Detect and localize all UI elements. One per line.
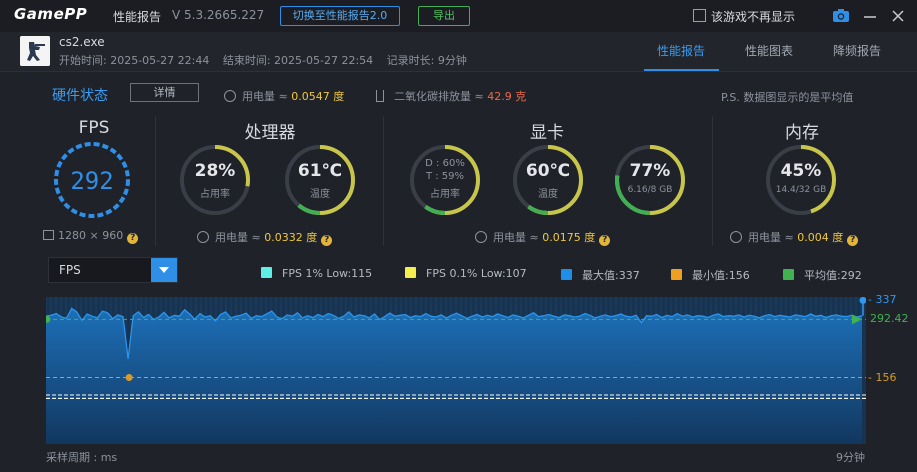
gpu-usage-label: 占用率 <box>430 189 460 200</box>
time-row: 开始时间: 2025-05-27 22:44 结束时间: 2025-05-27 … <box>59 52 477 68</box>
memory-usage-label: 14.4/32 GB <box>775 185 827 195</box>
tab-throttle-report[interactable]: 降频报告 <box>833 42 881 59</box>
legend-avg: 平均值:292 <box>783 267 862 283</box>
memory-title: 内存 <box>785 123 819 143</box>
legend-swatch <box>405 267 416 278</box>
cpu-temp-label: 温度 <box>310 189 330 200</box>
cpu-title: 处理器 <box>244 123 296 143</box>
legend-swatch <box>561 269 572 280</box>
game-icon <box>20 36 50 66</box>
title-bar: GamePP 性能报告 V 5.3.2665.227 切换至性能报告2.0 导出… <box>0 0 917 32</box>
co2-icon <box>376 90 384 102</box>
memory-usage-gauge: 45% 14.4/32 GB <box>763 142 839 218</box>
legend-max: 最大值:337 <box>561 267 640 283</box>
gpu-temp-label: 温度 <box>538 189 558 200</box>
start-time: 开始时间: 2025-05-27 22:44 <box>59 54 210 67</box>
help-icon[interactable]: ? <box>127 233 139 244</box>
app-logo: GamePP <box>14 5 88 23</box>
app-version: V 5.3.2665.227 <box>172 8 265 22</box>
close-icon[interactable] <box>890 8 906 24</box>
cpu-usage-value: 28% <box>194 161 236 181</box>
dont-show-label: 该游戏不再显示 <box>711 10 796 24</box>
power-icon <box>475 231 487 243</box>
fps-ring-icon: 292 <box>54 142 130 218</box>
gpu-temp-value: 60℃ <box>525 161 571 181</box>
gpu-t-usage: T : 59% <box>425 171 465 182</box>
fps-chart <box>46 297 866 444</box>
legend-swatch <box>671 269 682 280</box>
end-time: 结束时间: 2025-05-27 22:54 <box>222 54 374 67</box>
detail-button[interactable]: 详情 <box>130 83 199 102</box>
power-icon <box>197 231 209 243</box>
gpu-power: 用电量 ≈ 0.0175 度? <box>475 229 611 246</box>
legend-low1: FPS 1% Low:115 <box>261 267 372 280</box>
legend-swatch <box>783 269 794 280</box>
cpu-power-value: 0.0332 度 <box>264 231 318 244</box>
monitor-icon <box>43 230 54 240</box>
co2-value: 42.9 克 <box>487 90 527 103</box>
section-divider <box>712 116 713 246</box>
fps-title: FPS <box>78 118 110 138</box>
power-icon <box>224 90 236 102</box>
tab-performance-report[interactable]: 性能报告 <box>657 42 705 59</box>
resolution: 1280 × 960? <box>43 229 139 244</box>
min-value-label: - 156 <box>868 370 897 384</box>
help-icon[interactable]: ? <box>847 235 859 246</box>
gpu-vram-value: 77% <box>629 161 671 181</box>
gpu-usage-gauge: D : 60% T : 59% 占用率 <box>407 142 483 218</box>
metric-select[interactable]: FPS <box>48 257 178 283</box>
legend-low01: FPS 0.1% Low:107 <box>405 267 527 280</box>
export-button[interactable]: 导出 <box>418 6 470 26</box>
gpu-title: 显卡 <box>530 123 564 143</box>
power-icon <box>730 231 742 243</box>
metric-select-value: FPS <box>59 263 81 277</box>
cpu-temp-value: 61℃ <box>297 161 343 181</box>
section-divider <box>155 116 156 246</box>
total-power: 用电量 ≈ 0.0547 度 <box>224 88 344 104</box>
max-value-label: - 337 <box>868 293 897 307</box>
memory-power-value: 0.004 度 <box>797 231 844 244</box>
gpu-vram-gauge: 77% 6.16/8 GB <box>612 142 688 218</box>
help-icon[interactable]: ? <box>599 235 611 246</box>
legend-swatch <box>261 267 272 278</box>
report-header: cs2.exe 开始时间: 2025-05-27 22:44 结束时间: 202… <box>0 32 917 72</box>
x-axis-right-label: 9分钟 <box>836 451 865 464</box>
section-divider <box>383 116 384 246</box>
hardware-status-title: 硬件状态 <box>52 88 108 104</box>
memory-power: 用电量 ≈ 0.004 度? <box>730 229 859 246</box>
switch-report-button[interactable]: 切换至性能报告2.0 <box>280 6 400 26</box>
chevron-down-icon[interactable] <box>151 258 177 282</box>
fps-value: 292 <box>70 167 113 195</box>
game-name: cs2.exe <box>59 35 105 49</box>
tab-performance-chart[interactable]: 性能图表 <box>745 42 793 59</box>
gpu-vram-label: 6.16/8 GB <box>627 185 673 195</box>
dont-show-checkbox[interactable] <box>693 9 706 22</box>
gpu-d-usage: D : 60% <box>425 158 465 169</box>
app-title: 性能报告 <box>113 10 162 24</box>
total-power-value: 0.0547 度 <box>291 90 345 103</box>
minimize-icon[interactable] <box>862 8 878 24</box>
duration: 记录时长: 9分钟 <box>386 54 467 67</box>
cpu-power: 用电量 ≈ 0.0332 度? <box>197 229 333 246</box>
gpu-power-value: 0.0175 度 <box>542 231 596 244</box>
camera-icon[interactable] <box>832 8 850 23</box>
gpu-temp-gauge: 60℃ 温度 <box>510 142 586 218</box>
chart-note: P.S. 数据图显示的是平均值 <box>721 91 854 104</box>
active-tab-indicator <box>644 69 719 71</box>
cpu-usage-label: 占用率 <box>200 189 230 200</box>
fps-area <box>46 308 862 444</box>
avg-value-label: 292.42 <box>870 312 909 326</box>
min-marker <box>125 374 133 382</box>
cpu-usage-gauge: 28% 占用率 <box>177 142 253 218</box>
legend-min: 最小值:156 <box>671 267 750 283</box>
help-icon[interactable]: ? <box>321 235 333 246</box>
cpu-temp-gauge: 61℃ 温度 <box>282 142 358 218</box>
x-axis-left-label: 采样周期 : ms <box>46 451 118 464</box>
memory-usage-value: 45% <box>780 161 822 181</box>
co2-emission: 二氧化碳排放量 ≈ 42.9 克 <box>376 88 526 104</box>
